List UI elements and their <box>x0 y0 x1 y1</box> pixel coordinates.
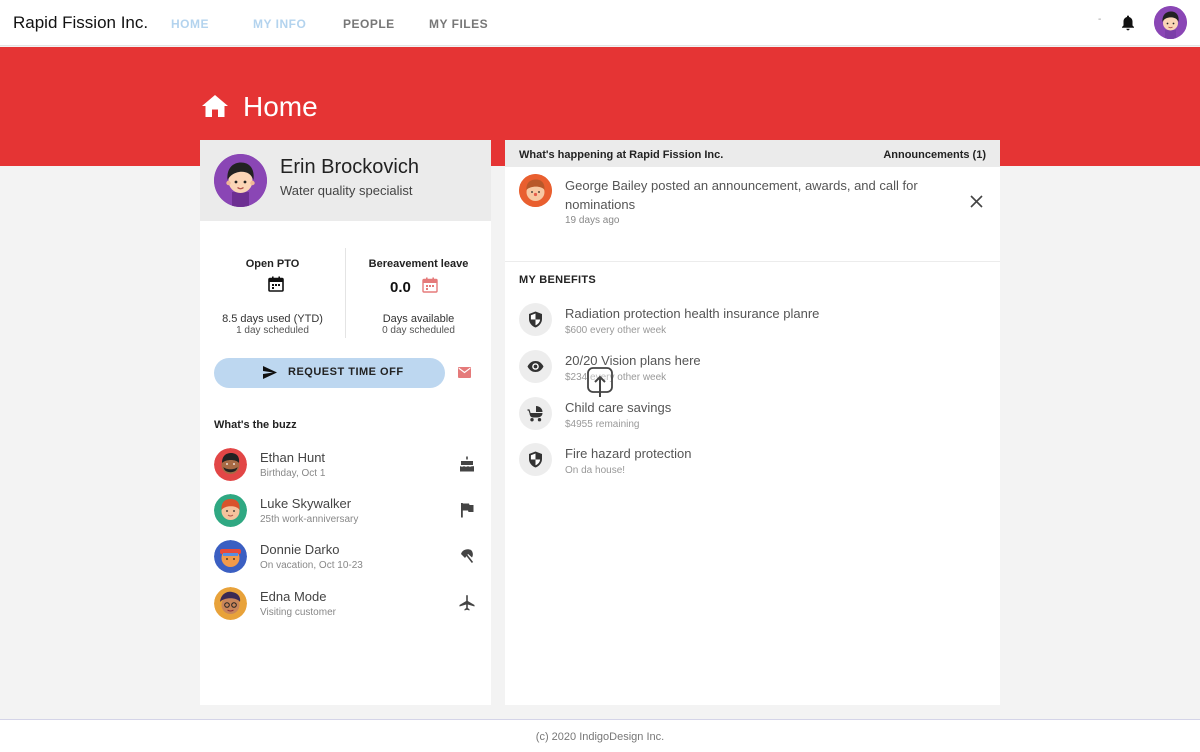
benefit-detail: $234 every other week <box>565 372 667 383</box>
buzz-detail: 25th work-anniversary <box>260 514 359 525</box>
benefit-detail: $4955 remaining <box>565 419 640 430</box>
stroller-icon <box>527 406 543 422</box>
buzz-name: Luke Skywalker <box>260 496 352 511</box>
nav-home[interactable]: HOME <box>171 17 209 31</box>
request-time-off-label: REQUEST TIME OFF <box>288 366 404 378</box>
buzz-name: Edna Mode <box>260 589 327 604</box>
announcements-count[interactable]: Announcements (1) <box>883 149 986 161</box>
top-nav-bar: Rapid Fission Inc. HOME MY INFO PEOPLE M… <box>0 0 1200 46</box>
beach-umbrella-icon <box>461 549 474 564</box>
announcement-text[interactable]: George Bailey posted an announcement, aw… <box>565 176 945 214</box>
home-icon <box>202 95 228 117</box>
buzz-item[interactable]: Ethan Hunt Birthday, Oct 1 <box>200 448 491 488</box>
airplane-icon <box>459 595 475 611</box>
bereavement-value: 0.0 <box>390 279 411 296</box>
avatar <box>214 540 247 573</box>
request-time-off-button[interactable]: REQUEST TIME OFF <box>214 358 445 388</box>
benefit-name: Fire hazard protection <box>565 446 692 461</box>
profile-header: Erin Brockovich Water quality specialist <box>200 140 491 221</box>
avatar <box>214 587 247 620</box>
benefit-item[interactable]: Radiation protection health insurance pl… <box>505 303 1000 343</box>
benefit-name: 20/20 Vision plans here <box>565 353 701 368</box>
benefit-item[interactable]: Child care savings $4955 remaining <box>505 397 1000 437</box>
pto-used: 8.5 days used (YTD) <box>222 313 323 325</box>
nav-separator: - <box>1098 14 1102 25</box>
brand-name[interactable]: Rapid Fission Inc. <box>13 13 148 33</box>
shield-icon <box>529 311 542 328</box>
avatar <box>519 174 552 207</box>
benefit-icon-circle <box>519 397 552 430</box>
mail-icon[interactable] <box>458 367 471 378</box>
profile-avatar <box>214 154 267 207</box>
profile-role: Water quality specialist <box>280 183 413 198</box>
page-footer: (c) 2020 IndigoDesign Inc. <box>0 719 1200 752</box>
cake-icon <box>459 456 475 472</box>
buzz-item[interactable]: Luke Skywalker 25th work-anniversary <box>200 494 491 534</box>
footer-text: (c) 2020 IndigoDesign Inc. <box>535 731 665 743</box>
benefits-title: MY BENEFITS <box>519 274 597 286</box>
benefit-icon-circle <box>519 303 552 336</box>
nav-people[interactable]: PEOPLE <box>343 17 395 31</box>
benefit-detail: $600 every other week <box>565 325 667 336</box>
benefit-icon-circle <box>519 443 552 476</box>
buzz-name: Donnie Darko <box>260 542 340 557</box>
buzz-detail: Birthday, Oct 1 <box>260 468 326 479</box>
buzz-detail: Visiting customer <box>260 607 336 618</box>
buzz-detail: On vacation, Oct 10-23 <box>260 560 363 571</box>
open-pto-stat: Open PTO 8.5 days used (YTD) 1 day sched… <box>200 258 345 336</box>
profile-card: Erin Brockovich Water quality specialist… <box>200 140 491 705</box>
benefit-name: Child care savings <box>565 400 672 415</box>
buzz-title: What's the buzz <box>214 419 297 431</box>
touch-cursor-icon <box>587 367 613 397</box>
bereavement-scheduled: 0 day scheduled <box>382 325 455 336</box>
bereavement-title: Bereavement leave <box>368 258 469 270</box>
shield-icon <box>529 451 542 468</box>
benefit-detail: On da house! <box>565 465 626 476</box>
buzz-item[interactable]: Donnie Darko On vacation, Oct 10-23 <box>200 540 491 580</box>
flag-icon <box>461 503 474 518</box>
news-header: What's happening at Rapid Fission Inc. A… <box>505 140 1000 167</box>
user-avatar[interactable] <box>1154 6 1187 39</box>
avatar <box>214 448 247 481</box>
benefit-name: Radiation protection health insurance pl… <box>565 306 820 321</box>
close-icon[interactable] <box>970 195 983 208</box>
pto-title: Open PTO <box>245 258 300 270</box>
buzz-item[interactable]: Edna Mode Visiting customer <box>200 587 491 627</box>
nav-my-files[interactable]: MY FILES <box>429 17 488 31</box>
section-divider <box>505 261 1000 262</box>
calendar-icon <box>268 276 284 292</box>
bell-icon[interactable] <box>1121 15 1135 31</box>
announcement-time: 19 days ago <box>565 215 620 226</box>
benefit-icon-circle <box>519 350 552 383</box>
nav-my-info[interactable]: MY INFO <box>253 17 306 31</box>
benefit-item[interactable]: 20/20 Vision plans here $234 every other… <box>505 350 1000 390</box>
benefit-item[interactable]: Fire hazard protection On da house! <box>505 443 1000 483</box>
bereavement-stat: Bereavement leave 0.0 Days available 0 d… <box>346 258 491 336</box>
calendar-icon <box>422 277 438 293</box>
profile-name: Erin Brockovich <box>280 156 419 178</box>
send-icon <box>263 366 277 379</box>
pto-scheduled: 1 day scheduled <box>236 325 309 336</box>
page-title: Home <box>243 91 318 122</box>
news-title: What's happening at Rapid Fission Inc. <box>519 149 724 161</box>
bereavement-available: Days available <box>382 313 455 325</box>
news-card: What's happening at Rapid Fission Inc. A… <box>505 140 1000 705</box>
eye-icon <box>527 361 544 372</box>
buzz-name: Ethan Hunt <box>260 450 326 465</box>
avatar <box>214 494 247 527</box>
